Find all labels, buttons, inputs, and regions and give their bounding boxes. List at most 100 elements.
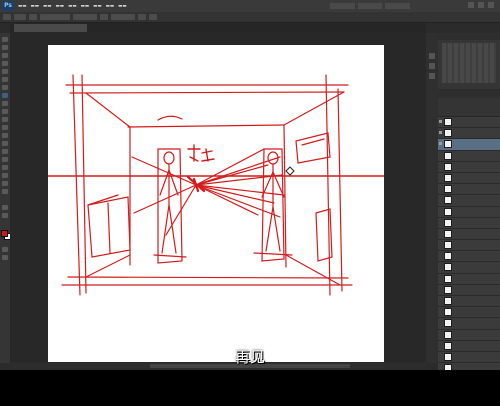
screen-mode-icon[interactable] (2, 255, 8, 260)
eye-icon[interactable] (439, 232, 442, 235)
menu-item-2[interactable]: ▬▬ (31, 4, 40, 9)
layer-row[interactable] (438, 307, 500, 319)
lasso-icon[interactable] (2, 53, 8, 58)
layer-row[interactable] (438, 184, 500, 196)
brush-tool-icon[interactable] (2, 93, 8, 98)
eye-icon[interactable] (439, 176, 442, 179)
three-d-icon[interactable] (2, 205, 8, 210)
layer-row[interactable] (438, 284, 500, 296)
brush-panel-toggle[interactable] (29, 14, 37, 20)
layer-row[interactable] (438, 150, 500, 162)
layer-row[interactable] (438, 228, 500, 241)
eye-icon[interactable] (439, 299, 442, 302)
layer-row[interactable] (438, 240, 500, 252)
maximize-icon[interactable] (478, 2, 484, 8)
brush-size-picker[interactable] (14, 14, 26, 20)
eye-icon[interactable] (439, 154, 442, 157)
eye-icon[interactable] (439, 210, 442, 213)
menu-item-3[interactable]: ▬▬ (43, 4, 52, 9)
eye-icon[interactable] (439, 288, 442, 291)
eye-icon[interactable] (439, 310, 442, 313)
layer-thumbnail (444, 118, 452, 126)
layers-panel-header[interactable] (438, 90, 500, 98)
minimize-icon[interactable] (468, 2, 474, 8)
eye-icon[interactable] (439, 333, 442, 336)
swatches-panel-header[interactable] (438, 33, 500, 40)
eye-icon[interactable] (439, 221, 442, 224)
layer-row[interactable] (438, 217, 500, 229)
layer-row[interactable] (438, 172, 500, 185)
hand-icon[interactable] (2, 181, 8, 186)
type-icon[interactable] (2, 157, 8, 162)
healing-icon[interactable] (2, 85, 8, 90)
shape-icon[interactable] (2, 173, 8, 178)
document-canvas[interactable] (48, 45, 384, 362)
layer-thumbnail (444, 252, 452, 261)
menu-item-8[interactable]: ▬▬ (106, 4, 115, 9)
eye-icon[interactable] (439, 254, 442, 257)
eyedropper-icon[interactable] (2, 77, 8, 82)
eye-icon[interactable] (439, 120, 442, 123)
eye-icon[interactable] (439, 131, 442, 135)
swatch-grid[interactable] (442, 43, 496, 83)
menu-item-7[interactable]: ▬▬ (93, 4, 102, 9)
crop-icon[interactable] (2, 69, 8, 74)
eraser-icon[interactable] (2, 117, 8, 122)
eye-icon[interactable] (439, 243, 442, 246)
pen-icon[interactable] (2, 149, 8, 154)
layer-row[interactable] (438, 329, 500, 341)
layer-row[interactable] (438, 273, 500, 285)
layer-row[interactable] (438, 251, 500, 263)
eye-icon[interactable] (439, 277, 442, 280)
menu-item-9[interactable]: ▬▬ (118, 4, 127, 9)
eye-icon[interactable] (439, 265, 442, 268)
menu-item-4[interactable]: ▬▬ (56, 4, 65, 9)
move-icon[interactable] (2, 37, 8, 42)
brush-panel-icon[interactable] (429, 73, 435, 79)
layer-row[interactable] (438, 262, 500, 274)
history-panel-icon[interactable] (429, 53, 435, 59)
path-select-icon[interactable] (2, 165, 8, 170)
brush-icon[interactable] (3, 14, 11, 20)
pressure-opacity-toggle[interactable] (100, 14, 108, 20)
mode-select[interactable] (40, 14, 70, 20)
pressure-size-toggle[interactable] (149, 14, 157, 20)
eye-icon[interactable] (439, 142, 442, 146)
close-icon[interactable] (488, 2, 494, 8)
layer-row[interactable] (438, 206, 500, 218)
layer-row[interactable] (438, 318, 500, 330)
dodge-icon[interactable] (2, 141, 8, 146)
document-tab[interactable] (14, 24, 87, 32)
flow-field[interactable] (111, 14, 135, 20)
properties-panel-icon[interactable] (429, 63, 435, 69)
layer-thumbnail (444, 173, 452, 182)
layers-options[interactable] (438, 98, 500, 117)
eye-icon[interactable] (439, 321, 442, 324)
layer-row[interactable] (438, 195, 500, 207)
workspace-switcher[interactable] (330, 3, 411, 9)
layer-row[interactable] (438, 161, 500, 173)
eye-icon[interactable] (439, 165, 442, 168)
blur-icon[interactable] (2, 133, 8, 138)
layer-row[interactable] (438, 128, 500, 140)
eye-icon[interactable] (439, 198, 442, 201)
quick-select-icon[interactable] (2, 61, 8, 66)
gradient-icon[interactable] (2, 125, 8, 130)
zoom-icon[interactable] (2, 189, 8, 194)
stamp-icon[interactable] (2, 101, 8, 106)
menu-item-1[interactable]: ▬▬ (18, 4, 27, 9)
rotate-view-icon[interactable] (2, 213, 8, 218)
quick-mask-icon[interactable] (2, 247, 8, 252)
foreground-color-swatch[interactable] (1, 230, 8, 237)
layer-row[interactable] (438, 296, 500, 308)
menu-item-5[interactable]: ▬▬ (68, 4, 77, 9)
history-brush-icon[interactable] (2, 109, 8, 114)
document-tab-bar (10, 23, 426, 32)
opacity-field[interactable] (73, 14, 97, 20)
airbrush-toggle[interactable] (138, 14, 146, 20)
layer-row[interactable] (438, 117, 500, 129)
layer-row[interactable] (438, 139, 500, 151)
menu-item-6[interactable]: ▬▬ (81, 4, 90, 9)
eye-icon[interactable] (439, 187, 442, 190)
marquee-icon[interactable] (2, 45, 8, 50)
